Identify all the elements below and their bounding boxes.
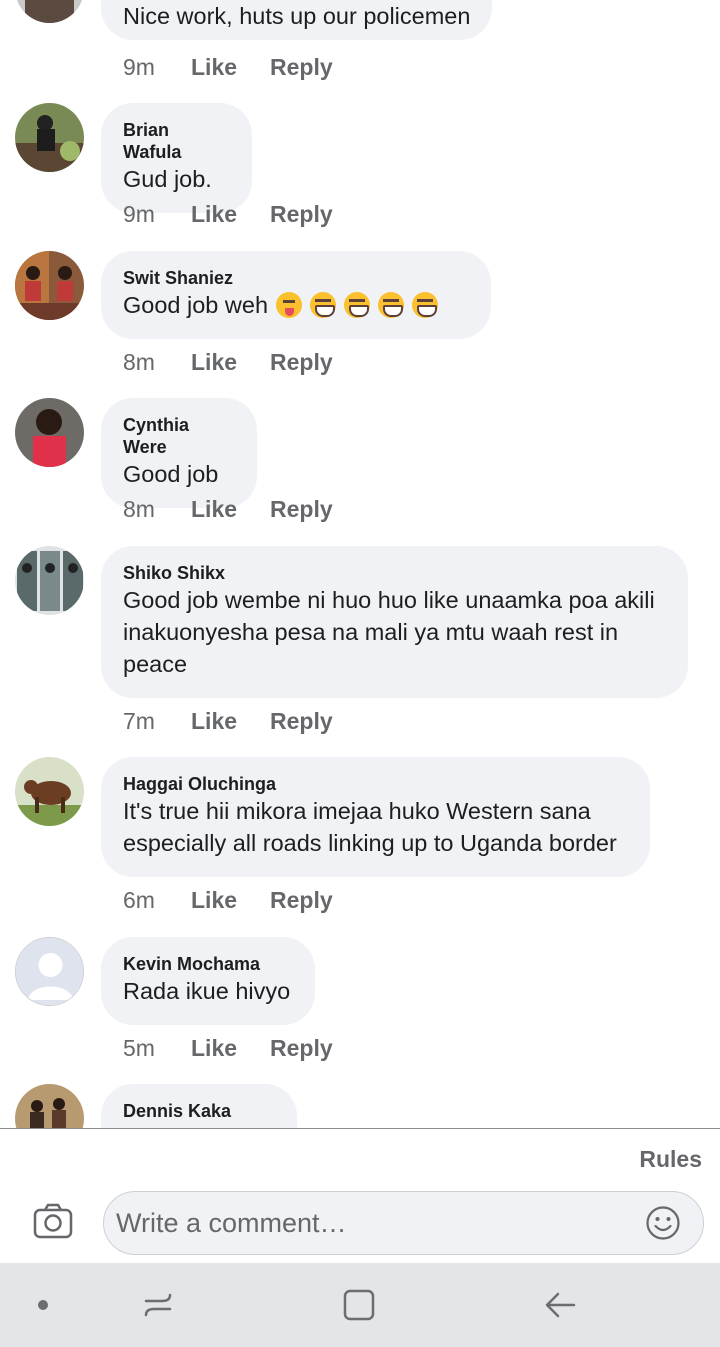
avatar[interactable] bbox=[15, 546, 84, 615]
comment-text: Gud job. bbox=[123, 166, 212, 192]
comment-bubble[interactable]: Cynthia Were Good job bbox=[101, 398, 257, 508]
comment-author[interactable]: Brian Wafula bbox=[123, 119, 230, 163]
comment-bubble[interactable]: Brian Wafula Gud job. bbox=[101, 103, 252, 213]
comment-feed[interactable]: Nice work, huts up our policemen 9m Like… bbox=[0, 0, 720, 1128]
back-arrow-icon[interactable] bbox=[542, 1287, 578, 1323]
comment-timestamp: 9m bbox=[123, 54, 155, 80]
system-navigation-bar bbox=[0, 1263, 720, 1347]
comment-timestamp: 6m bbox=[123, 887, 155, 913]
avatar[interactable] bbox=[15, 1084, 84, 1128]
avatar[interactable] bbox=[15, 757, 84, 826]
home-square-icon[interactable] bbox=[341, 1287, 377, 1323]
like-button[interactable]: Like bbox=[191, 52, 237, 82]
grinning-squinting-face-icon bbox=[310, 292, 337, 318]
comment-text: Good job weh bbox=[123, 289, 469, 321]
comment-text: It's true hii mikora imejaa huko Western… bbox=[123, 798, 617, 856]
comment-author[interactable]: Dennis Kaka bbox=[123, 1100, 275, 1122]
comment-author[interactable]: Cynthia Were bbox=[123, 414, 235, 458]
comment-text: Good job wembe ni huo huo like unaamka p… bbox=[123, 587, 655, 677]
comment-timestamp: 8m bbox=[123, 349, 155, 375]
grinning-squinting-face-icon bbox=[344, 292, 371, 318]
avatar[interactable] bbox=[15, 0, 84, 23]
avatar[interactable] bbox=[15, 251, 84, 320]
comment-author[interactable]: Kevin Mochama bbox=[123, 953, 293, 975]
comment-input-placeholder: Write a comment… bbox=[116, 1208, 347, 1238]
comment-bubble[interactable]: Haggai Oluchinga It's true hii mikora im… bbox=[101, 757, 650, 877]
avatar[interactable] bbox=[15, 398, 84, 467]
comment-timestamp: 7m bbox=[123, 708, 155, 734]
comment-author[interactable]: Shiko Shikx bbox=[123, 562, 666, 584]
like-button[interactable]: Like bbox=[191, 885, 237, 915]
comment-text: Nice work, huts up our policemen bbox=[123, 3, 471, 29]
comment-timestamp: 9m bbox=[123, 201, 155, 227]
comment-composer: Rules Write a comment… bbox=[0, 1128, 720, 1263]
comment-text: Rada ikue hivyo bbox=[123, 978, 291, 1004]
reply-button[interactable]: Reply bbox=[270, 494, 333, 524]
comment-text: Good job bbox=[123, 461, 219, 487]
comment-timestamp: 8m bbox=[123, 496, 155, 522]
comment-bubble[interactable]: Dennis Kaka bbox=[101, 1084, 297, 1128]
reply-button[interactable]: Reply bbox=[270, 706, 333, 736]
like-button[interactable]: Like bbox=[191, 1033, 237, 1063]
like-button[interactable]: Like bbox=[191, 706, 237, 736]
comment-text-body: Good job weh bbox=[123, 292, 269, 318]
like-button[interactable]: Like bbox=[191, 347, 237, 377]
comment-author[interactable]: Haggai Oluchinga bbox=[123, 773, 628, 795]
recents-icon[interactable] bbox=[140, 1287, 176, 1323]
default-avatar-icon[interactable] bbox=[15, 937, 84, 1006]
reply-button[interactable]: Reply bbox=[270, 885, 333, 915]
reply-button[interactable]: Reply bbox=[270, 1033, 333, 1063]
comment-bubble[interactable]: Shiko Shikx Good job wembe ni huo huo li… bbox=[101, 546, 688, 698]
like-button[interactable]: Like bbox=[191, 494, 237, 524]
reply-button[interactable]: Reply bbox=[270, 199, 333, 229]
dot-icon[interactable] bbox=[25, 1287, 61, 1323]
grinning-squinting-face-icon bbox=[412, 292, 439, 318]
comment-bubble[interactable]: Nice work, huts up our policemen bbox=[101, 0, 493, 40]
rules-link[interactable]: Rules bbox=[639, 1146, 702, 1173]
comment-bubble[interactable]: Kevin Mochama Rada ikue hivyo bbox=[101, 937, 315, 1025]
like-button[interactable]: Like bbox=[191, 199, 237, 229]
grinning-squinting-face-icon bbox=[378, 292, 405, 318]
face-with-tongue-icon bbox=[276, 292, 303, 318]
comment-author[interactable]: Swit Shaniez bbox=[123, 267, 469, 289]
comment-input[interactable]: Write a comment… bbox=[103, 1191, 704, 1255]
comment-bubble[interactable]: Swit Shaniez Good job weh bbox=[101, 251, 491, 339]
comment-timestamp: 5m bbox=[123, 1035, 155, 1061]
reply-button[interactable]: Reply bbox=[270, 52, 333, 82]
smiley-icon[interactable] bbox=[645, 1205, 681, 1241]
reply-button[interactable]: Reply bbox=[270, 347, 333, 377]
avatar[interactable] bbox=[15, 103, 84, 172]
camera-icon[interactable] bbox=[33, 1203, 73, 1239]
